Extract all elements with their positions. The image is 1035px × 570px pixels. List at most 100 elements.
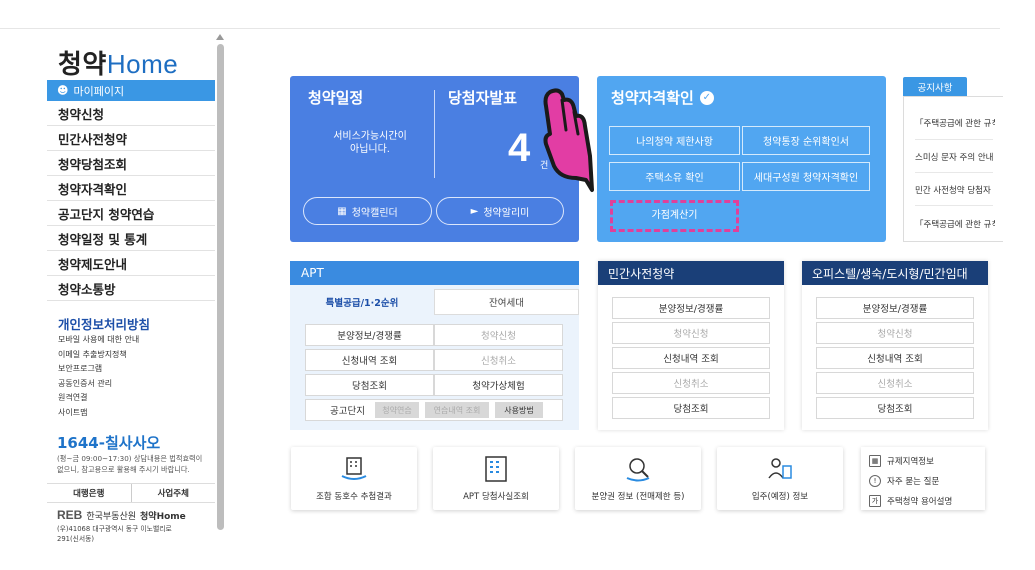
eligibility-title[interactable]: 청약자격확인 ✓ [611,87,714,108]
building-hand-icon [341,457,367,480]
sidebar-item[interactable]: 청약일정 및 통계 [47,226,215,251]
link-label: 자주 묻는 질문 [887,477,940,487]
glossary-icon: 가 [869,495,881,507]
practice-label: 공고단지 [330,406,365,417]
presale-history[interactable]: 신청내역 조회 [612,347,770,369]
winner-title[interactable]: 당첨자발표 [448,87,517,108]
scrollbar[interactable] [217,44,224,530]
footer-link[interactable]: 이메일 추출방지정책 [58,348,139,363]
notice-tab[interactable]: 공지사항 [903,77,967,96]
apt-winner[interactable]: 당첨조회 [305,374,434,396]
map-icon: ▦ [869,455,881,467]
calendar-button[interactable]: ▦ 청약캘린더 [303,197,432,225]
apt-practice-row: 공고단지 청약연습 연습내역 조회 사용방법 [305,399,563,421]
call-center-number: 1644-칠사사오 [57,434,161,452]
check-icon: ✓ [699,90,714,105]
call-center-note-line: (평~금 09:00~17:30) 상담내용은 법적효력이 [57,454,203,463]
alarm-button[interactable]: ► 청약알리미 [436,197,564,225]
eligibility-title-text: 청약자격확인 [611,89,694,107]
top-divider [0,28,1000,29]
footer-link[interactable]: 보안프로그램 [58,362,139,377]
regulated-area-link[interactable]: ▦ 규제지역정보 [869,455,934,467]
my-restrictions-button[interactable]: 나의청약 제한사항 [609,126,740,155]
reb-footer-logo: REB 한국부동산원 청약Home [57,508,186,522]
address-line: (우)41068 대구광역시 동구 이노밸리로 [57,525,172,533]
developer-link[interactable]: 사업주체 [130,484,216,502]
apt-supply-info[interactable]: 분양정보/경쟁률 [305,324,434,346]
calendar-icon: ▦ [337,205,347,217]
sidebar-item[interactable]: 청약신청 [47,101,215,126]
reb-logo: REB [57,508,83,522]
footer-link[interactable]: 공동인증서 관리 [58,377,139,392]
private-presale-title: 민간사전청약 [598,261,784,285]
sidebar-item[interactable]: 청약당첨조회 [47,151,215,176]
apt-simulation[interactable]: 청약가상체험 [434,374,563,396]
speaker-icon: ► [470,205,479,217]
notice-divider [915,205,993,206]
card-divider [434,90,435,178]
tile-label: APT 당첨사실조회 [463,492,529,502]
glossary-link[interactable]: 가 주택청약 용어설명 [869,495,952,507]
account-rank-button[interactable]: 청약통장 순위확인서 [742,126,870,155]
apt-apply[interactable]: 청약신청 [434,324,563,346]
notice-divider [915,172,993,173]
officetel-supply-info[interactable]: 분양정보/경쟁률 [816,297,974,319]
person-document-icon [768,458,792,479]
notice-item[interactable]: 「주택공급에 관한 규칙」 [915,117,995,129]
officetel-winner[interactable]: 당첨조회 [816,397,974,419]
presale-apply[interactable]: 청약신청 [612,322,770,344]
reb-brand: 청약Home [140,511,186,522]
sidebar-mypage[interactable]: ☻ 마이페이지 [47,80,215,101]
presale-winner[interactable]: 당첨조회 [612,397,770,419]
sidebar-item[interactable]: 청약자격확인 [47,176,215,201]
apt-cancel[interactable]: 신청취소 [434,349,563,371]
tile-label: 입주(예정) 정보 [751,492,809,502]
sidebar-item[interactable]: 공고단지 청약연습 [47,201,215,226]
call-center-note: (평~금 09:00~17:30) 상담내용은 법적효력이 없으니, 참고용으로… [57,453,217,475]
notice-item[interactable]: 민간 사전청약 당첨자 [915,184,995,196]
scroll-up-arrow[interactable] [216,34,224,40]
footer-link[interactable]: 사이트맵 [58,406,139,421]
how-to-use-button[interactable]: 사용방법 [494,402,543,418]
call-center-note-line: 없으니, 참고용으로 활용해 주시기 바랍니다. [57,465,190,474]
apt-history[interactable]: 신청내역 조회 [305,349,434,371]
household-eligibility-button[interactable]: 세대구성원 청약자격확인 [742,162,870,191]
person-icon: ☻ [57,84,69,97]
search-document-icon [626,458,650,482]
sidebar-item[interactable]: 청약제도안내 [47,251,215,276]
footer-links: 모바일 사용에 대한 안내 이메일 추출방지정책 보안프로그램 공동인증서 관리… [58,333,139,420]
sidebar-item[interactable]: 민간사전청약 [47,126,215,151]
tile-label: 조합 동호수 추첨결과 [316,492,392,502]
presale-cancel[interactable]: 신청취소 [612,372,770,394]
sidebar-item[interactable]: 청약소통방 [47,276,215,301]
house-ownership-button[interactable]: 주택소유 확인 [609,162,740,191]
faq-link[interactable]: ! 자주 묻는 질문 [869,475,939,487]
presale-supply-info[interactable]: 분양정보/경쟁률 [612,297,770,319]
footer-link[interactable]: 원격연결 [58,391,139,406]
officetel-title: 오피스텔/생숙/도시형/민간임대 [802,261,988,285]
practice-history-button[interactable]: 연습내역 조회 [424,402,489,418]
officetel-apply[interactable]: 청약신청 [816,322,974,344]
alarm-label: 청약알리미 [483,207,530,219]
exclamation-icon: ! [869,475,881,487]
notice-divider [915,139,993,140]
agency-bank-link[interactable]: 대행은행 [47,484,131,502]
officetel-cancel[interactable]: 신청취소 [816,372,974,394]
tile-label: 분양권 정보 (전매제한 등) [591,492,685,502]
notice-item[interactable]: 스미싱 문자 주의 안내 [915,151,995,163]
site-logo[interactable]: 청약Home [58,44,178,81]
officetel-history[interactable]: 신청내역 조회 [816,347,974,369]
tab-remaining-units[interactable]: 잔여세대 [434,289,579,315]
message-line: 서비스가능시간이 [333,131,407,142]
bank-links: 대행은행 사업주체 [47,483,215,503]
pointing-hand-icon [543,88,594,192]
service-time-message: 서비스가능시간이 아닙니다. [310,130,430,156]
apt-title: APT [290,261,579,285]
practice-button[interactable]: 청약연습 [374,402,419,418]
winner-count[interactable]: 4 [508,126,530,171]
schedule-title[interactable]: 청약일정 [308,87,363,108]
footer-link[interactable]: 모바일 사용에 대한 안내 [58,333,139,348]
notice-item[interactable]: 「주택공급에 관한 규칙」 [915,218,995,230]
privacy-policy-link[interactable]: 개인정보처리방침 [58,314,150,333]
tab-special-supply[interactable]: 특별공급/1·2순위 [290,289,434,315]
